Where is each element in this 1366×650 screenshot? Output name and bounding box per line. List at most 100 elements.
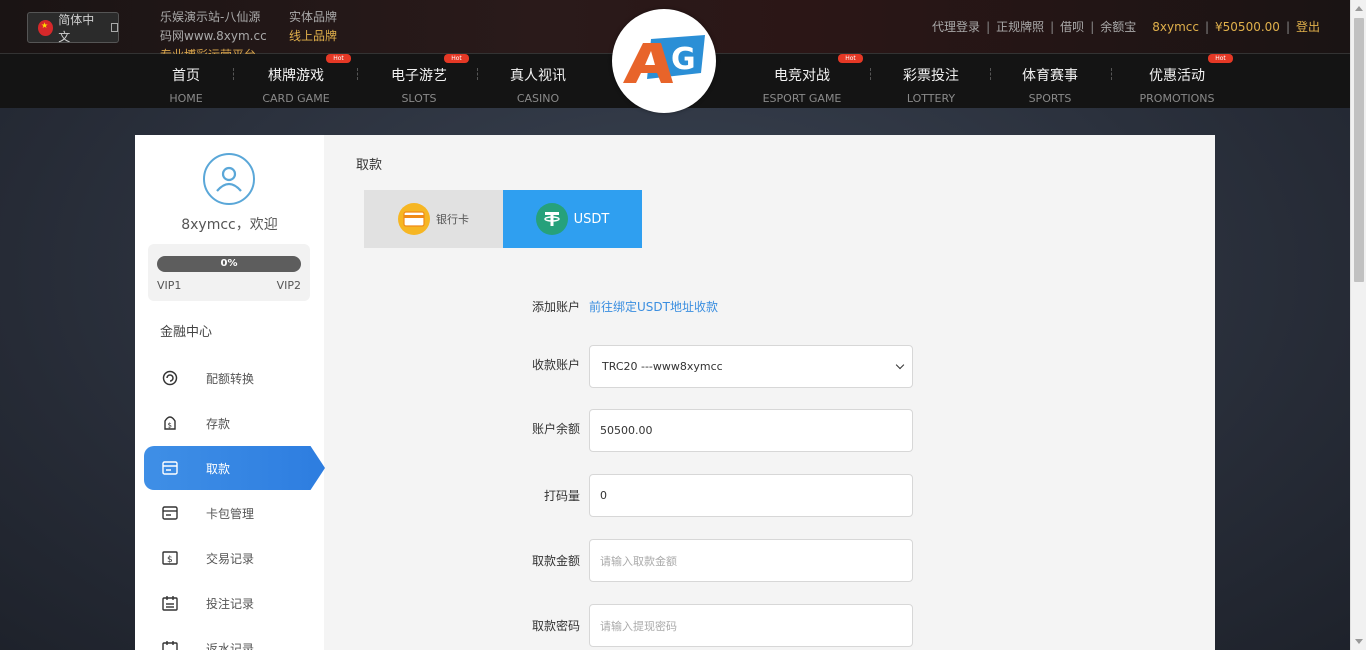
nav-label: 电子游艺 (391, 68, 447, 84)
vip-next-level: VIP2 (276, 279, 301, 292)
finance-center-title: 金融中心 (160, 325, 213, 340)
vip-progress-box: 0% VIP1 VIP2 (148, 244, 310, 301)
svg-text:$: $ (167, 555, 173, 565)
sidebar-item-label: 配额转换 (206, 371, 255, 386)
nav-sublabel: ESPORT GAME (762, 92, 842, 105)
wager-label: 打码量 (543, 489, 580, 503)
site-logo[interactable]: G (612, 9, 716, 113)
receive-account-value: TRC20 ---www8xymcc (602, 360, 723, 373)
nav-label: 优惠活动 (1149, 68, 1205, 84)
add-account-label: 添加账户 (531, 300, 580, 314)
nav-label: 真人视讯 (510, 68, 566, 84)
withdraw-icon (161, 459, 179, 477)
tab-bank-card[interactable]: 银行卡 (364, 190, 503, 248)
receive-account-row: 收款账户 TRC20 ---www8xymcc (513, 345, 913, 388)
physical-brand-link[interactable]: 实体品牌 (289, 8, 337, 27)
agent-login-link[interactable]: 代理登录 (932, 18, 980, 35)
sidebar-item-card-wallet[interactable]: 卡包管理 (144, 491, 325, 535)
nav-esport[interactable]: Hot 电竞对战 ESPORT GAME (742, 54, 863, 108)
account-panel: 8xymcc，欢迎 0% VIP1 VIP2 金融中心 配额转换 $ 存款 取款 (135, 135, 1215, 650)
password-label: 取款密码 (531, 619, 580, 633)
page-scrollbar[interactable] (1350, 0, 1366, 650)
divider: | (986, 19, 991, 34)
receive-account-select[interactable]: TRC20 ---www8xymcc (589, 345, 913, 388)
online-brand-link[interactable]: 线上品牌 (289, 27, 337, 46)
sidebar-item-label: 取款 (206, 461, 231, 476)
nav-home[interactable]: 首页 HOME (126, 54, 246, 108)
balance-label: 账户余额 (531, 422, 580, 436)
svg-text:G: G (671, 42, 696, 77)
withdraw-method-tabs: 银行卡 USDT (364, 190, 642, 248)
nav-promotions[interactable]: Hot 优惠活动 PROMOTIONS (1117, 54, 1237, 108)
nav-sublabel: HOME (169, 92, 203, 105)
language-label: 简体中文 (58, 12, 95, 44)
balance-row: 账户余额 50500.00 (513, 409, 913, 452)
divider: | (1050, 19, 1055, 34)
bind-usdt-link[interactable]: 前往绑定USDT地址收款 (589, 298, 718, 315)
ticker-line: 乐娱演示站-八仙源 (160, 10, 261, 24)
sidebar-item-label: 投注记录 (206, 596, 255, 611)
sidebar-item-rebate-records[interactable]: 返水记录 (144, 626, 325, 650)
logout-link[interactable]: 登出 (1296, 18, 1320, 35)
nav-card-game[interactable]: Hot 棋牌游戏 CARD GAME (236, 54, 356, 108)
nav-sublabel: SPORTS (1028, 92, 1072, 105)
scroll-up-icon[interactable] (1355, 6, 1363, 11)
tab-usdt[interactable]: USDT (503, 190, 642, 248)
password-row: 取款密码 请输入提现密码 (513, 604, 913, 647)
usdt-icon (535, 203, 568, 235)
bet-record-icon (161, 594, 179, 612)
nav-label: 棋牌游戏 (268, 68, 324, 84)
nav-lottery[interactable]: 彩票投注 LOTTERY (871, 54, 991, 108)
tab-label: USDT (573, 211, 610, 227)
yuebao-link[interactable]: 余额宝 (1100, 18, 1136, 35)
divider: | (1285, 19, 1290, 34)
vip-progress-bar: 0% (157, 256, 301, 272)
announcement-ticker[interactable]: 乐娱演示站-八仙源 码网www.8xym.cc 专业博彩运营平台 (160, 8, 270, 54)
nav-slots[interactable]: Hot 电子游艺 SLOTS (359, 54, 479, 108)
hot-badge: Hot (326, 54, 351, 63)
top-right-links: 代理登录 | 正规牌照 | 借呗 | 余额宝 8xymcc | ¥50500.0… (932, 18, 1320, 35)
sidebar-item-transfer[interactable]: 配额转换 (144, 356, 325, 400)
sidebar-item-bet-records[interactable]: 投注记录 (144, 581, 325, 625)
sidebar-item-deposit[interactable]: $ 存款 (144, 401, 325, 445)
language-selector[interactable]: 简体中文 (27, 12, 119, 44)
wager-row: 打码量 0 (513, 474, 913, 517)
scroll-down-icon[interactable] (1355, 639, 1363, 644)
hot-badge: Hot (1208, 54, 1233, 63)
wager-field[interactable]: 0 (589, 474, 913, 517)
withdraw-password-input[interactable]: 请输入提现密码 (589, 604, 913, 647)
avatar[interactable] (203, 153, 255, 205)
dropdown-icon (111, 23, 118, 32)
vip-current-level: VIP1 (157, 279, 182, 292)
transaction-icon: $ (161, 549, 179, 567)
sidebar-item-transactions[interactable]: $ 交易记录 (144, 536, 325, 580)
amount-row: 取款金额 请输入取款金额 (513, 539, 913, 582)
username[interactable]: 8xymcc (1152, 20, 1199, 34)
scroll-thumb[interactable] (1354, 18, 1364, 282)
nav-sublabel: CARD GAME (262, 92, 330, 105)
divider: | (1090, 19, 1095, 34)
nav-casino[interactable]: 真人视讯 CASINO (478, 54, 598, 108)
license-link[interactable]: 正规牌照 (996, 18, 1044, 35)
nav-sublabel: PROMOTIONS (1139, 92, 1215, 105)
deposit-icon: $ (161, 414, 179, 432)
sidebar-item-withdraw[interactable]: 取款 (144, 446, 325, 490)
transfer-icon (161, 369, 179, 387)
balance-field[interactable]: 50500.00 (589, 409, 913, 452)
nav-sublabel: CASINO (516, 92, 560, 105)
bank-card-icon (398, 203, 430, 235)
nav-label: 彩票投注 (903, 68, 959, 84)
amount-label: 取款金额 (531, 554, 580, 568)
withdraw-amount-input[interactable]: 请输入取款金额 (589, 539, 913, 582)
nav-divider (1111, 68, 1112, 80)
user-icon (216, 166, 242, 192)
nav-label: 体育赛事 (1022, 68, 1078, 84)
chevron-down-icon (895, 360, 905, 370)
nav-label: 首页 (172, 68, 200, 84)
nav-sports[interactable]: 体育赛事 SPORTS (990, 54, 1110, 108)
nav-label: 电竞对战 (774, 68, 830, 84)
sidebar-item-label: 返水记录 (206, 641, 255, 650)
nav-sublabel: SLOTS (401, 92, 437, 105)
receive-account-label: 收款账户 (531, 358, 580, 372)
borrow-link[interactable]: 借呗 (1060, 18, 1084, 35)
